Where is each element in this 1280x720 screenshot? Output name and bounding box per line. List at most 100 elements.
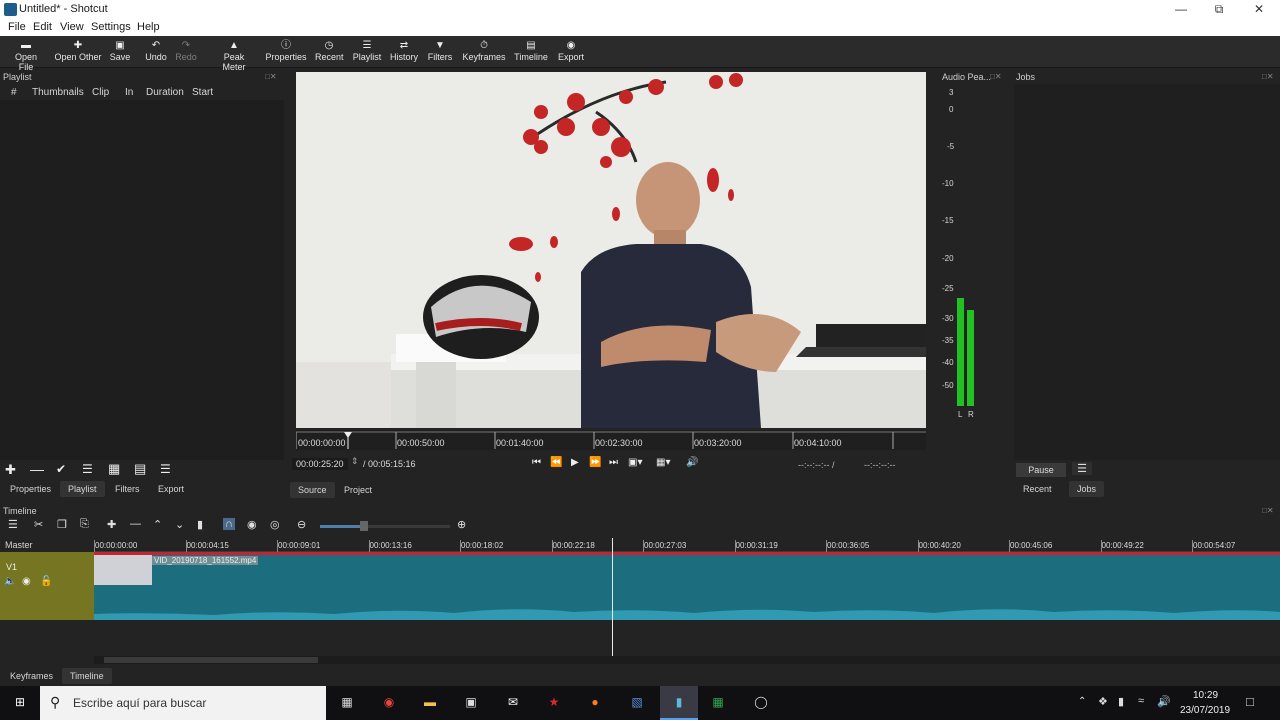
speaker-icon[interactable]: 🔊 xyxy=(1157,695,1171,708)
playlist-button[interactable]: ☰ Playlist xyxy=(352,40,382,62)
zoom-out-icon[interactable]: ⊖ xyxy=(297,518,306,531)
volume-icon[interactable]: 🔊 xyxy=(686,457,698,468)
peak-meter-button[interactable]: ▲ Peak Meter xyxy=(211,40,257,72)
mute-icon[interactable]: 🔈 xyxy=(4,576,16,587)
export-button[interactable]: ◉ Export xyxy=(557,40,585,62)
video-track-v1[interactable]: VID_20190718_161552.mp4 xyxy=(94,552,1280,620)
cut-icon[interactable]: ✂ xyxy=(34,518,43,531)
overwrite-icon[interactable]: ⌄ xyxy=(175,518,184,531)
timeline-scrollbar-thumb[interactable] xyxy=(104,657,318,663)
open-other-button[interactable]: ✚ Open Other xyxy=(54,40,102,62)
chrome-icon[interactable]: ◉ xyxy=(379,695,399,711)
scrub-icon[interactable]: ◉ xyxy=(247,518,257,531)
wifi-icon[interactable]: ≈ xyxy=(1138,695,1144,707)
tab-keyframes[interactable]: Keyframes xyxy=(10,671,53,681)
battery-icon[interactable]: ▮ xyxy=(1118,695,1124,708)
zoom-in-icon[interactable]: ⊕ xyxy=(457,518,466,531)
close-button[interactable]: ✕ xyxy=(1240,0,1278,20)
current-timecode[interactable]: 00:00:25:20 xyxy=(292,458,348,470)
jobs-menu-icon[interactable]: ☰ xyxy=(1072,462,1092,475)
menu-settings[interactable]: Settings xyxy=(91,21,131,33)
open-file-button[interactable]: ▬ Open File xyxy=(8,40,44,72)
zoom-slider-handle[interactable] xyxy=(360,521,368,531)
clock-time[interactable]: 10:29 xyxy=(1193,690,1218,701)
lock-icon[interactable]: 🔓 xyxy=(40,576,52,587)
tab-filters[interactable]: Filters xyxy=(115,484,140,494)
tab-playlist[interactable]: Playlist xyxy=(60,481,105,497)
taskbar-search-box[interactable]: ⚲ Escribe aquí para buscar xyxy=(40,686,326,720)
redo-button[interactable]: ↷ Redo xyxy=(175,40,197,62)
save-button[interactable]: ▣ Save xyxy=(108,40,132,62)
filezilla-icon[interactable]: ★ xyxy=(544,695,564,711)
notifications-icon[interactable]: □ xyxy=(1246,694,1254,709)
ripple-icon[interactable]: ◎ xyxy=(270,518,280,531)
playlist-menu-icon[interactable]: ☰ xyxy=(160,462,171,476)
windows-start-icon[interactable]: ⊞ xyxy=(10,695,30,711)
remove-icon[interactable]: — xyxy=(30,461,44,477)
add-icon[interactable]: ✚ xyxy=(5,462,16,478)
lift-icon[interactable]: ⌃ xyxy=(153,518,162,531)
undo-button[interactable]: ↶ Undo xyxy=(144,40,168,62)
rewind-icon[interactable]: ⏪ xyxy=(550,457,562,468)
column-in[interactable]: In xyxy=(125,87,133,98)
jobs-list[interactable] xyxy=(1014,84,1280,460)
tab-export[interactable]: Export xyxy=(158,484,184,494)
tab-project[interactable]: Project xyxy=(344,485,372,495)
dock-float-close-icon[interactable]: □✕ xyxy=(1262,506,1274,515)
menu-view[interactable]: View xyxy=(60,21,84,33)
grid-icon[interactable]: ▦▾ xyxy=(656,457,670,468)
fast-forward-icon[interactable]: ⏩ xyxy=(589,457,601,468)
tab-jobs[interactable]: Jobs xyxy=(1069,481,1105,497)
menu-edit[interactable]: Edit xyxy=(33,21,52,33)
timeline-scrollbar[interactable] xyxy=(94,656,1280,664)
skip-next-icon[interactable]: ⏭ xyxy=(609,457,618,468)
clock-date[interactable]: 23/07/2019 xyxy=(1180,705,1230,716)
column-clip[interactable]: Clip xyxy=(92,87,109,98)
tab-recent[interactable]: Recent xyxy=(1023,484,1052,494)
playlist-list[interactable] xyxy=(0,100,284,460)
minimize-button[interactable]: — xyxy=(1162,0,1200,20)
timeline-playhead[interactable] xyxy=(612,538,613,656)
details-view-icon[interactable]: ☰ xyxy=(82,462,93,476)
mail-icon[interactable]: ✉ xyxy=(503,695,523,711)
player-scrubber[interactable]: 00:00:00:00 00:00:50:00 00:01:40:00 00:0… xyxy=(295,430,926,450)
recent-button[interactable]: ◷ Recent xyxy=(315,40,344,62)
eye-icon[interactable]: ◉ xyxy=(22,576,31,587)
history-button[interactable]: ⇄ History xyxy=(390,40,418,62)
tab-properties[interactable]: Properties xyxy=(10,484,51,494)
skip-previous-icon[interactable]: ⏮ xyxy=(532,457,541,468)
dock-float-close-icon[interactable]: □✕ xyxy=(990,72,1002,81)
column-duration[interactable]: Duration xyxy=(146,87,184,98)
excel-icon[interactable]: ▦ xyxy=(708,695,728,711)
restore-button[interactable]: ⧉ xyxy=(1200,0,1238,20)
icon-view-icon[interactable]: ▤ xyxy=(134,461,146,477)
column-thumbnails[interactable]: Thumbnails xyxy=(32,87,84,98)
app-circle-icon[interactable]: ◯ xyxy=(751,695,771,711)
timeline-menu-icon[interactable]: ☰ xyxy=(8,518,18,531)
column-number[interactable]: # xyxy=(11,87,17,98)
play-icon[interactable]: ▶ xyxy=(571,457,579,468)
video-player-frame[interactable] xyxy=(296,72,926,428)
copy-icon[interactable]: ❐ xyxy=(57,518,67,531)
menu-help[interactable]: Help xyxy=(137,21,160,33)
append-icon[interactable]: ✚ xyxy=(107,518,116,531)
dropbox-icon[interactable]: ❖ xyxy=(1098,695,1108,708)
split-icon[interactable]: ▮ xyxy=(197,518,203,531)
dock-float-close-icon[interactable]: □✕ xyxy=(265,72,277,81)
timeline-button[interactable]: ▤ Timeline xyxy=(514,40,548,62)
timecode-spinner-icon[interactable]: ⇕ xyxy=(351,456,359,467)
check-icon[interactable]: ✔ xyxy=(56,462,66,476)
pause-jobs-button[interactable]: Pause xyxy=(1016,463,1066,477)
zoom-fit-icon[interactable]: ▣▾ xyxy=(628,457,642,468)
tab-source[interactable]: Source xyxy=(290,482,335,498)
properties-button[interactable]: ⓘ Properties xyxy=(265,40,307,62)
file-explorer-icon[interactable]: ▬ xyxy=(420,695,440,711)
clip-name[interactable]: VID_20190718_161552.mp4 xyxy=(152,556,259,565)
firefox-icon[interactable]: ● xyxy=(585,695,605,711)
dock-float-close-icon[interactable]: □✕ xyxy=(1262,72,1274,81)
paste-icon[interactable]: ⎘ xyxy=(80,518,89,531)
snap-icon[interactable]: ∩ xyxy=(223,518,235,530)
track-header-v1[interactable]: V1 🔈 ◉ 🔓 xyxy=(0,552,94,620)
tab-timeline[interactable]: Timeline xyxy=(62,668,112,684)
store-icon[interactable]: ▣ xyxy=(461,695,481,711)
